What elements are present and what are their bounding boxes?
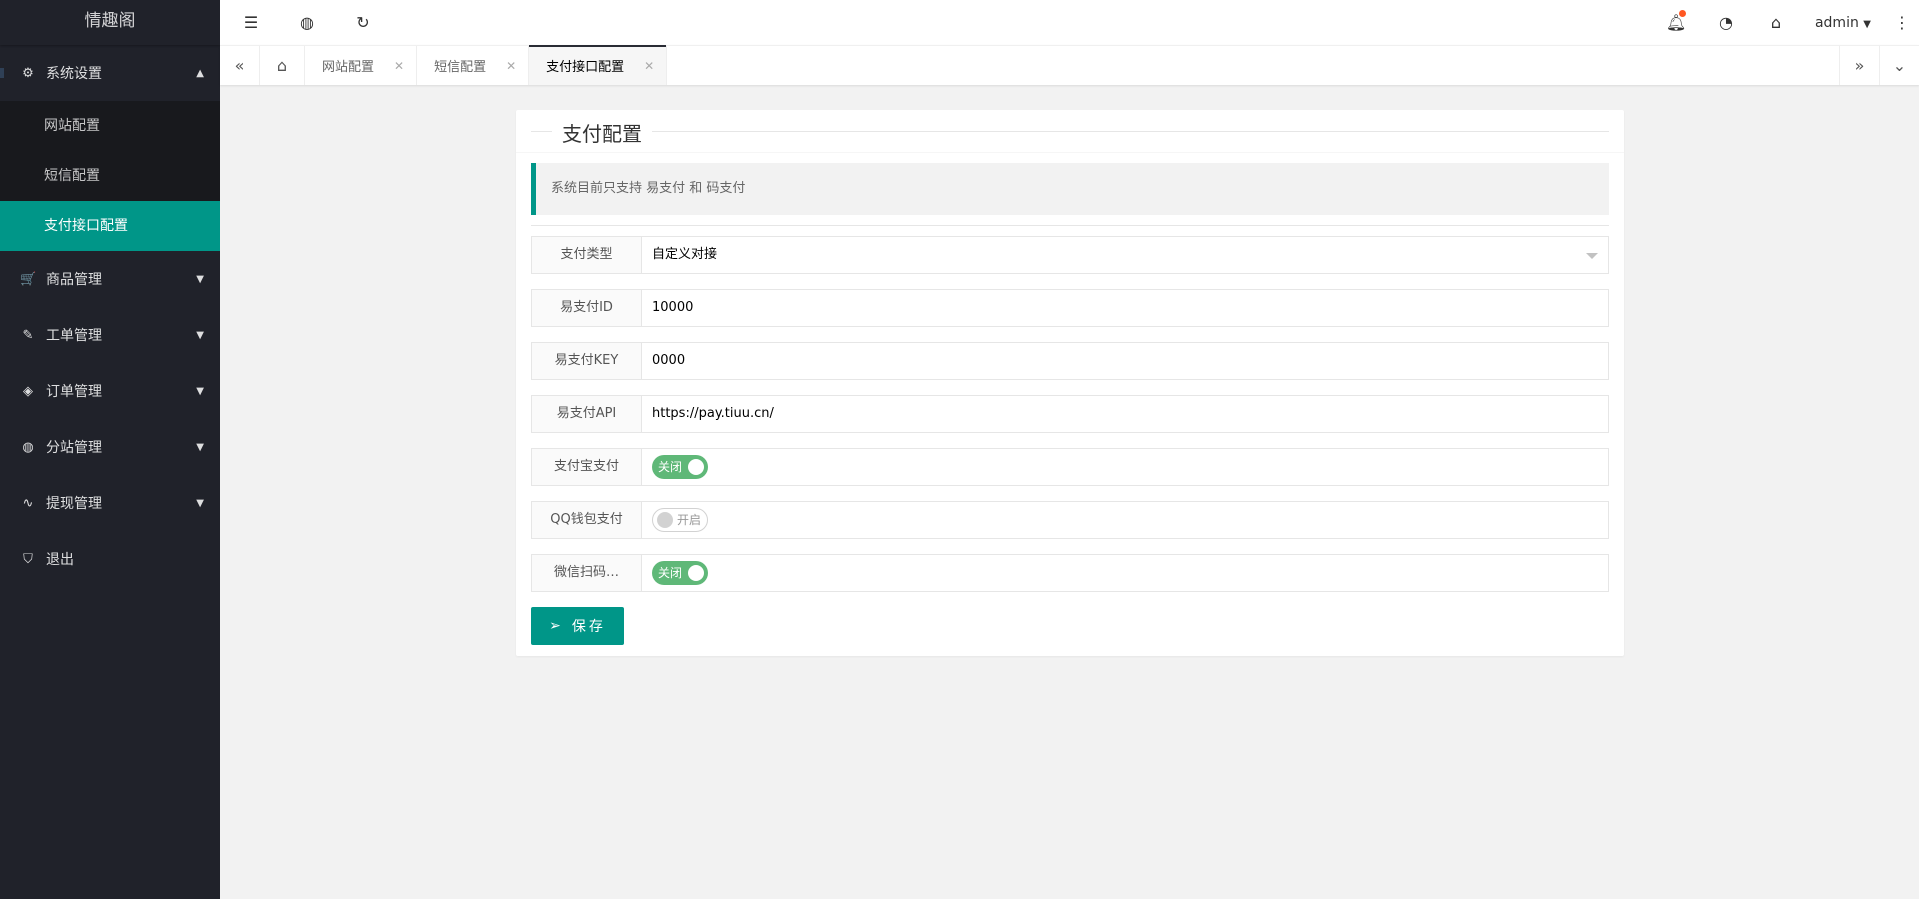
tab-payment-config[interactable]: 支付接口配置 ✕ bbox=[529, 45, 668, 85]
layers-icon: ◈ bbox=[23, 383, 33, 399]
close-icon[interactable]: ✕ bbox=[506, 59, 516, 73]
form-row-pay-type: 支付类型 自定义对接 bbox=[531, 236, 1609, 274]
field-label: 支付类型 bbox=[532, 237, 642, 273]
edit-icon: ✎ bbox=[22, 327, 34, 343]
gear-icon: ⚙ bbox=[22, 65, 34, 81]
card-header: 支付配置 bbox=[516, 110, 1624, 153]
select-value: 自定义对接 bbox=[652, 247, 718, 262]
form-row-epay-id: 易支付ID 10000 bbox=[531, 289, 1609, 327]
field-label: QQ钱包支付 bbox=[532, 502, 642, 538]
form-row-qqpay: QQ钱包支付 开启 bbox=[531, 501, 1609, 539]
palette-icon[interactable]: ◔ bbox=[1701, 13, 1751, 32]
sidebar-item-label: 商品管理 bbox=[46, 272, 102, 288]
notice: 系统目前只支持 易支付 和 码支付 bbox=[531, 163, 1609, 215]
globe-icon[interactable]: ◍ bbox=[279, 13, 335, 32]
username: admin bbox=[1814, 14, 1859, 31]
epay-id-input[interactable]: 10000 bbox=[642, 290, 1608, 326]
sidebar-item-orders[interactable]: ◈ 订单管理 ▼ bbox=[0, 363, 220, 419]
payment-config-card: 支付配置 系统目前只支持 易支付 和 码支付 支付类型 自定义对接 易支付ID 10… bbox=[516, 110, 1624, 656]
epay-api-input[interactable]: https://pay.tiuu.cn/ bbox=[642, 396, 1608, 432]
close-icon[interactable]: ✕ bbox=[644, 59, 654, 73]
tab-label: 短信配置 bbox=[434, 60, 487, 75]
field-label: 易支付ID bbox=[532, 290, 642, 326]
globe-icon: ◍ bbox=[22, 439, 34, 455]
tab-bar: « ⌂ 网站配置 ✕ 短信配置 ✕ 支付接口配置 ✕ » ⌄ bbox=[220, 45, 1919, 85]
chevron-down-icon: ▼ bbox=[196, 273, 204, 285]
sidebar-item-label: 订单管理 bbox=[46, 384, 102, 400]
bell-icon[interactable]: 🔔︎ bbox=[1651, 10, 1701, 32]
send-icon: ➢ bbox=[549, 618, 564, 634]
sidebar-item-label: 系统设置 bbox=[46, 66, 102, 82]
chevron-down-icon: ▼ bbox=[196, 329, 204, 341]
alipay-toggle[interactable]: 关闭 bbox=[652, 455, 709, 479]
user-menu[interactable]: admin ▼ bbox=[1801, 15, 1885, 31]
caret-down-icon bbox=[1586, 253, 1598, 265]
pulse-icon: ∿ bbox=[22, 495, 34, 511]
sidebar-item-sms-config[interactable]: 短信配置 bbox=[0, 151, 220, 201]
app-logo: 情趣阁 bbox=[0, 0, 220, 45]
epay-key-input[interactable]: 0000 bbox=[642, 343, 1608, 379]
sidebar-item-label: 提现管理 bbox=[46, 496, 102, 512]
field-label: 支付宝支付 bbox=[532, 449, 642, 485]
form-row-epay-key: 易支付KEY 0000 bbox=[531, 342, 1609, 380]
sidebar-item-label: 工单管理 bbox=[46, 328, 102, 344]
form-row-epay-api: 易支付API https://pay.tiuu.cn/ bbox=[531, 395, 1609, 433]
chevron-down-icon: ▼ bbox=[196, 385, 204, 397]
qqpay-toggle[interactable]: 开启 bbox=[652, 508, 709, 532]
tab-site-config[interactable]: 网站配置 ✕ bbox=[305, 46, 418, 85]
tab-label: 网站配置 bbox=[322, 60, 375, 75]
sidebar-item-products[interactable]: 🛒 商品管理 ▼ bbox=[0, 251, 220, 307]
divider bbox=[531, 225, 1609, 226]
form-row-alipay: 支付宝支付 关闭 bbox=[531, 448, 1609, 486]
field-label: 易支付API bbox=[532, 396, 642, 432]
sidebar-item-label: 分站管理 bbox=[46, 440, 102, 456]
shield-icon: ⛉ bbox=[23, 551, 33, 567]
sidebar-item-site-config[interactable]: 网站配置 bbox=[0, 101, 220, 151]
tag-icon[interactable]: ⌂ bbox=[1751, 13, 1801, 32]
chevron-down-icon[interactable]: ⌄ bbox=[1879, 46, 1919, 85]
save-label: 保存 bbox=[571, 619, 606, 635]
close-icon[interactable]: ✕ bbox=[394, 59, 404, 73]
scroll-left-icon[interactable]: « bbox=[220, 46, 260, 85]
tab-label: 支付接口配置 bbox=[546, 60, 625, 75]
sidebar-item-withdrawals[interactable]: ∿ 提现管理 ▼ bbox=[0, 475, 220, 531]
pay-type-select[interactable]: 自定义对接 bbox=[642, 237, 1608, 273]
chevron-down-icon: ▼ bbox=[196, 497, 204, 509]
tab-sms-config[interactable]: 短信配置 ✕ bbox=[417, 46, 530, 85]
menu-toggle-icon[interactable]: ☰ bbox=[223, 13, 279, 32]
form-row-wechat: 微信扫码… 关闭 bbox=[531, 554, 1609, 592]
chevron-down-icon: ▼ bbox=[196, 441, 204, 453]
caret-down-icon: ▼ bbox=[1863, 18, 1871, 30]
selected-marker bbox=[0, 68, 4, 78]
page-title: 支付配置 bbox=[552, 118, 652, 147]
sidebar-item-logout[interactable]: ⛉ 退出 bbox=[0, 531, 220, 587]
refresh-icon[interactable]: ↻ bbox=[335, 13, 391, 32]
submenu: 网站配置 短信配置 支付接口配置 bbox=[0, 101, 220, 251]
cart-icon: 🛒 bbox=[20, 271, 37, 287]
scroll-right-icon[interactable]: » bbox=[1839, 46, 1879, 85]
home-icon[interactable]: ⌂ bbox=[260, 46, 305, 85]
wechat-toggle[interactable]: 关闭 bbox=[652, 561, 709, 585]
sidebar: 情趣阁 ⚙ 系统设置 ▲ 网站配置 短信配置 支付接口配置 🛒 商品管理 ▼ ✎ 工单管理… bbox=[0, 0, 220, 899]
save-button[interactable]: ➢ 保存 bbox=[531, 607, 624, 645]
sidebar-item-tickets[interactable]: ✎ 工单管理 ▼ bbox=[0, 307, 220, 363]
field-label: 易支付KEY bbox=[532, 343, 642, 379]
sidebar-item-payment-config[interactable]: 支付接口配置 bbox=[0, 201, 220, 251]
field-label: 微信扫码… bbox=[532, 555, 642, 591]
chevron-up-icon: ▲ bbox=[196, 67, 204, 79]
sidebar-item-label: 退出 bbox=[46, 552, 74, 568]
top-header: ☰ ◍ ↻ 🔔︎ ◔ ⌂ admin ▼ ⋮ bbox=[220, 0, 1919, 45]
notification-dot bbox=[1678, 10, 1686, 17]
sidebar-item-substations[interactable]: ◍ 分站管理 ▼ bbox=[0, 419, 220, 475]
sidebar-item-system-settings[interactable]: ⚙ 系统设置 ▲ bbox=[0, 45, 220, 101]
more-icon[interactable]: ⋮ bbox=[1885, 13, 1919, 32]
